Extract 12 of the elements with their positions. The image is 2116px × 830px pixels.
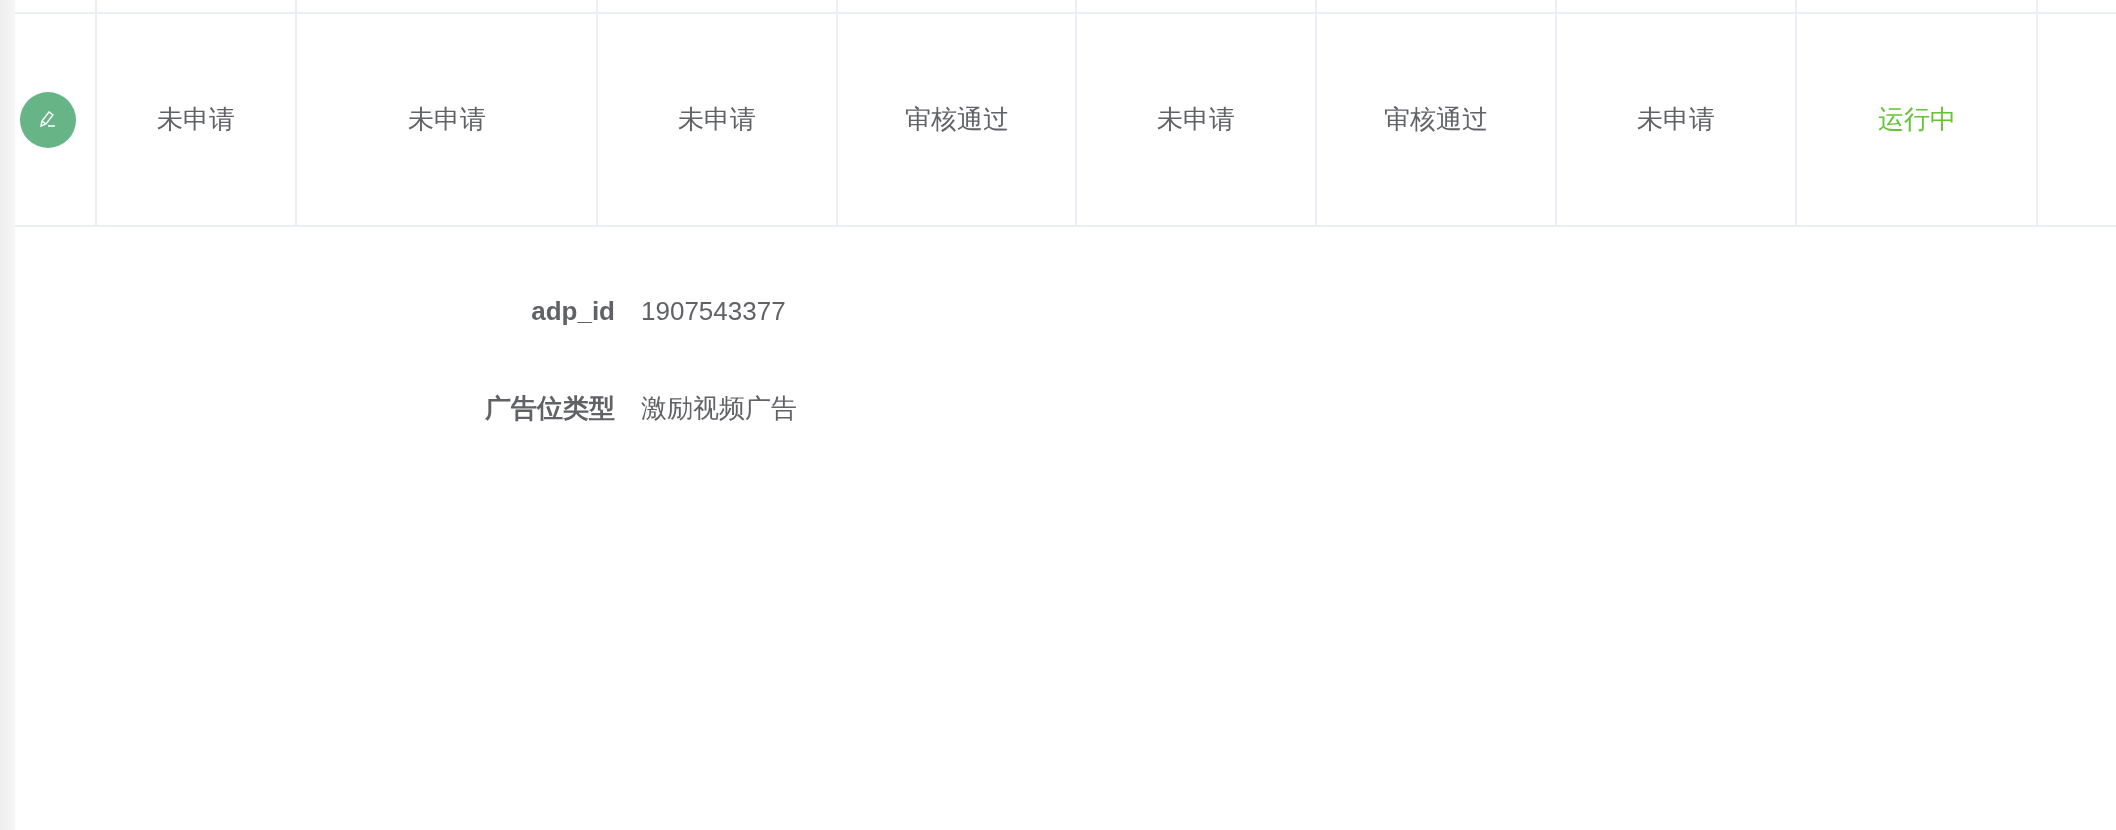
- field-label: adp_id: [530, 295, 615, 328]
- table-cell-text: 未申请: [157, 103, 235, 136]
- field-value: 1907543377: [641, 295, 786, 328]
- field-label: 广告位类型: [484, 392, 615, 425]
- table-cell-text: 审核通过: [1384, 103, 1488, 136]
- table-cell-text: 未申请: [1157, 103, 1235, 136]
- table-cell-text: 运行中: [1877, 103, 1956, 136]
- table-cell-text: 审核通过: [904, 103, 1009, 136]
- table-cell-text: 未申请: [678, 103, 756, 136]
- field-value: 激励视频广告: [641, 392, 797, 425]
- table-cell-text: 未申请: [407, 103, 486, 136]
- table-cell-text: 未申请: [1637, 103, 1715, 136]
